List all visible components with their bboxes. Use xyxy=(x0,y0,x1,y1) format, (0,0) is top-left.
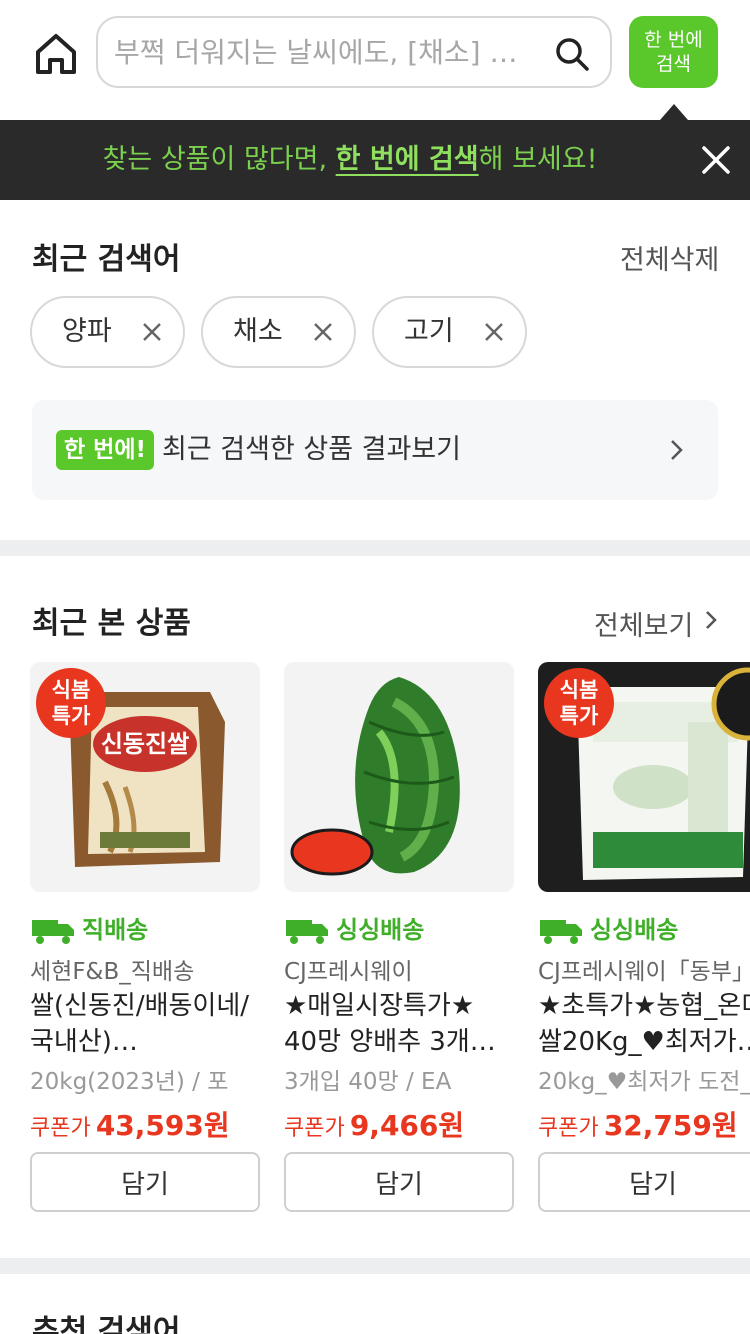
add-to-cart-button[interactable]: 담기 xyxy=(284,1152,514,1212)
tooltip-text-highlight: 한 번에 검색 xyxy=(335,144,479,175)
promo-line: 특가 xyxy=(559,704,599,728)
delivery-label: 직배송 xyxy=(82,916,149,944)
product-spec: 3개입 40망 / EA xyxy=(284,1069,452,1095)
svg-text:신동진쌀: 신동진쌀 xyxy=(101,730,189,758)
promo-line: 특가 xyxy=(51,704,91,728)
add-to-cart-button[interactable]: 담기 xyxy=(30,1152,260,1212)
truck-icon xyxy=(284,914,332,946)
section-divider xyxy=(0,1258,750,1274)
coupon-price: 9,466원 xyxy=(349,1109,465,1142)
chevron-right-icon[interactable] xyxy=(700,606,724,634)
tooltip-bar: 찾는 상품이 많다면, 한 번에 검색해 보세요! xyxy=(0,120,750,200)
section-divider xyxy=(0,540,750,556)
product-spec: 20kg_♥최저가 도전_ xyxy=(538,1069,750,1095)
search-once-label-2: 검색 xyxy=(656,53,691,75)
search-chip-label: 고기 xyxy=(404,316,454,347)
seller-name: 세현F&B_직배송 xyxy=(30,959,195,985)
search-chip[interactable]: 양파 xyxy=(30,296,185,368)
add-to-cart-button[interactable]: 담기 xyxy=(538,1152,750,1212)
search-chip-label: 양파 xyxy=(62,316,112,347)
product-name[interactable]: ★매일시장특가★ 40망 양배추 3개입 초록 xyxy=(284,988,514,1060)
product-card[interactable]: 식봄 특가 싱싱배송 CJ프레시웨이「동부」 ★초특가★농협_온미쌀20Kg_♥… xyxy=(538,662,750,1222)
product-image[interactable]: 신동진쌀 식봄 특가 xyxy=(30,662,260,892)
truck-icon xyxy=(30,914,78,946)
tooltip-text: 찾는 상품이 많다면, 한 번에 검색해 보세요! xyxy=(0,120,700,200)
recent-products-title: 최근 본 상품 xyxy=(32,606,191,641)
search-chip[interactable]: 고기 xyxy=(372,296,527,368)
price-row: 쿠폰가 43,593원 xyxy=(30,1104,230,1144)
product-spec: 20kg(2023년) / 포 xyxy=(30,1069,229,1095)
product-image[interactable]: 식봄 특가 xyxy=(538,662,750,892)
promo-badge: 식봄 특가 xyxy=(36,668,106,738)
clear-all-button[interactable]: 전체삭제 xyxy=(620,238,719,277)
product-name[interactable]: 쌀(신동진/배동이네/국내산) 20kg(2023년) xyxy=(30,988,260,1060)
promo-line: 식봄 xyxy=(51,678,91,702)
recent-results-text: 최근 검색한 상품 결과보기 xyxy=(162,434,461,465)
truck-icon xyxy=(538,914,586,946)
once-badge: 한 번에! xyxy=(56,430,154,470)
product-card[interactable]: 신동진쌀 식봄 특가 직배송 세현F&B_직배송 쌀(신동진/배동이네/국내산)… xyxy=(30,662,260,1222)
tooltip-text-before: 찾는 상품이 많다면, xyxy=(102,144,336,175)
remove-icon[interactable] xyxy=(480,318,508,346)
price-row: 쿠폰가 32,759원 xyxy=(538,1104,738,1144)
delivery-type: 싱싱배송 xyxy=(538,910,750,950)
promo-badge: 식봄 특가 xyxy=(544,668,614,738)
tooltip-arrow xyxy=(660,104,688,120)
product-image[interactable] xyxy=(284,662,514,892)
product-card[interactable]: 싱싱배송 CJ프레시웨이 ★매일시장특가★ 40망 양배추 3개입 초록 3개입… xyxy=(284,662,514,1222)
tooltip-text-after: 해 보세요! xyxy=(478,144,598,175)
search-chip-label: 채소 xyxy=(233,316,283,347)
coupon-price-label: 쿠폰가 xyxy=(284,1116,345,1141)
search-chip[interactable]: 채소 xyxy=(201,296,356,368)
search-input[interactable] xyxy=(114,18,524,86)
delivery-label: 싱싱배송 xyxy=(590,916,679,944)
home-icon[interactable] xyxy=(32,32,80,76)
delivery-label: 싱싱배송 xyxy=(336,916,425,944)
coupon-price-label: 쿠폰가 xyxy=(538,1116,599,1141)
seller-name: CJ프레시웨이 xyxy=(284,959,413,985)
search-once-label-1: 한 번에 xyxy=(644,29,703,51)
price-row: 쿠폰가 9,466원 xyxy=(284,1104,464,1144)
search-once-button[interactable]: 한 번에 검색 xyxy=(629,16,718,88)
search-icon[interactable] xyxy=(554,36,590,72)
coupon-price: 43,593원 xyxy=(95,1109,230,1142)
product-name[interactable]: ★초특가★농협_온미쌀20Kg_♥최저가 도전 xyxy=(538,988,750,1060)
recent-results-banner[interactable]: 한 번에! 최근 검색한 상품 결과보기 xyxy=(32,400,718,500)
promo-line: 식봄 xyxy=(559,678,599,702)
view-all-button[interactable]: 전체보기 xyxy=(594,604,693,643)
header: 한 번에 검색 xyxy=(0,0,750,120)
chevron-right-icon xyxy=(662,436,690,464)
delivery-type: 직배송 xyxy=(30,910,260,950)
close-icon[interactable] xyxy=(694,138,738,182)
remove-icon[interactable] xyxy=(138,318,166,346)
coupon-price: 32,759원 xyxy=(603,1109,738,1142)
recommended-title: 추천 검색어 xyxy=(32,1314,181,1334)
search-box[interactable] xyxy=(96,16,612,88)
seller-name: CJ프레시웨이「동부」 xyxy=(538,959,750,985)
delivery-type: 싱싱배송 xyxy=(284,910,514,950)
remove-icon[interactable] xyxy=(309,318,337,346)
recent-searches-title: 최근 검색어 xyxy=(32,242,181,277)
coupon-price-label: 쿠폰가 xyxy=(30,1116,91,1141)
